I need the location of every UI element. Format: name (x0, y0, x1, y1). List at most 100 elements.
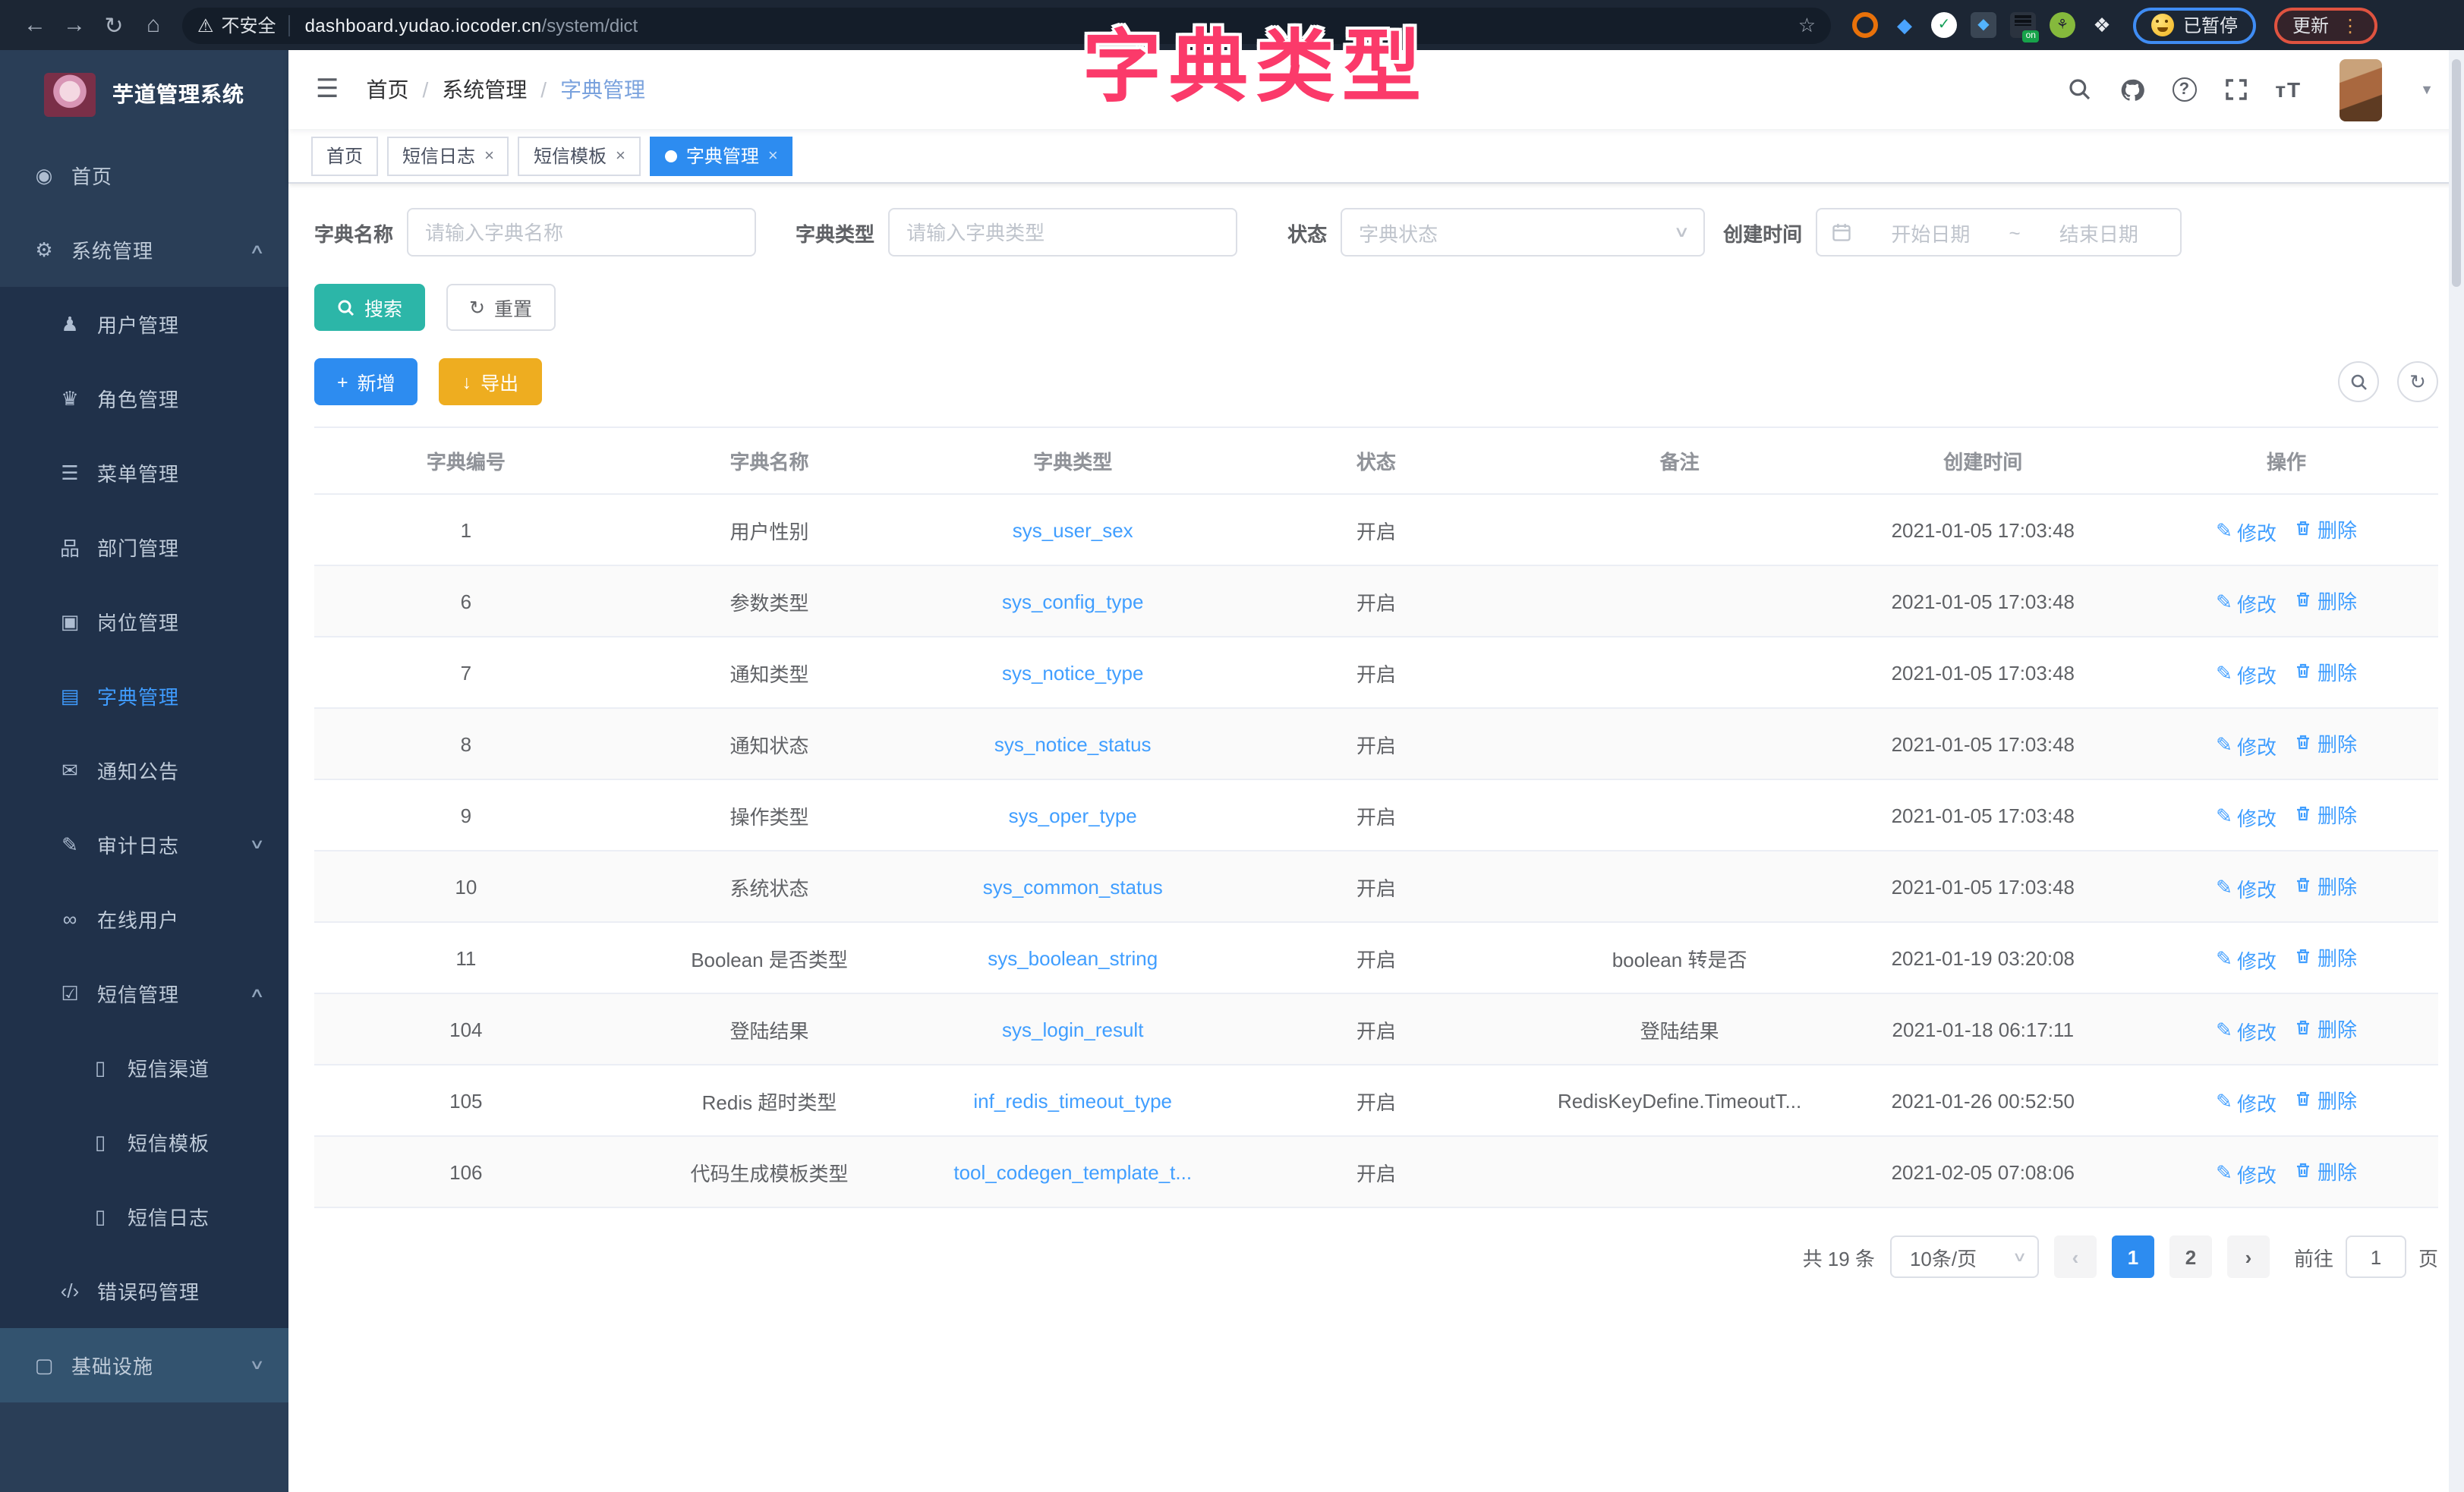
page-button-2[interactable]: 2 (2169, 1235, 2212, 1278)
edit-link[interactable]: ✎修改 (2216, 1016, 2277, 1045)
sidebar-item-15[interactable]: ‹/›错误码管理 (0, 1254, 288, 1328)
user-avatar[interactable] (2340, 58, 2382, 121)
extension-icon[interactable] (1852, 12, 1878, 38)
edit-link[interactable]: ✎修改 (2216, 659, 2277, 688)
edit-link[interactable]: ✎修改 (2216, 731, 2277, 760)
reset-button[interactable]: ↻ 重置 (446, 284, 555, 331)
dict-type-link[interactable]: tool_codegen_template_t... (953, 1160, 1192, 1183)
url-path[interactable]: /system/dict (542, 14, 638, 36)
hamburger-icon[interactable]: ☰ (316, 74, 339, 105)
sidebar-item-8[interactable]: ✉通知公告 (0, 733, 288, 807)
extension-icon[interactable]: ◆ (1971, 12, 1996, 38)
bookmark-star-icon[interactable]: ☆ (1798, 13, 1816, 37)
page-scrollbar[interactable] (2449, 50, 2464, 1492)
sidebar-item-12[interactable]: ▯短信渠道 (0, 1031, 288, 1105)
export-button[interactable]: ↓ 导出 (440, 358, 542, 405)
edit-link[interactable]: ✎修改 (2216, 588, 2277, 617)
delete-link[interactable]: 删除 (2295, 656, 2357, 685)
date-start-placeholder[interactable]: 开始日期 (1863, 218, 1998, 247)
url-host[interactable]: dashboard.yudao.iocoder.cn (305, 14, 542, 36)
sidebar-item-16[interactable]: ▢基础设施∨ (0, 1328, 288, 1402)
breadcrumb-item[interactable]: 系统管理 (442, 74, 527, 105)
close-icon[interactable]: × (484, 146, 494, 165)
page-size-select[interactable]: 10条/页 ∨ (1890, 1235, 2039, 1278)
breadcrumb-item[interactable]: 首页 (367, 74, 409, 105)
date-range-picker[interactable]: 开始日期 ~ 结束日期 (1816, 208, 2182, 257)
sidebar-item-2[interactable]: ♟用户管理 (0, 287, 288, 361)
tab-1[interactable]: 短信日志× (387, 136, 509, 175)
delete-link[interactable]: 删除 (2295, 1013, 2357, 1042)
sidebar-item-14[interactable]: ▯短信日志 (0, 1179, 288, 1254)
browser-menu-icon[interactable]: ⋮ (2341, 14, 2359, 36)
help-icon[interactable]: ? (2172, 77, 2196, 102)
dict-type-link[interactable]: sys_notice_type (1002, 661, 1143, 684)
prev-page-button[interactable]: ‹ (2054, 1235, 2097, 1278)
tab-0[interactable]: 首页 (311, 136, 378, 175)
sidebar-item-5[interactable]: 品部门管理 (0, 510, 288, 584)
security-label[interactable]: 不安全 (222, 12, 276, 38)
sidebar-item-6[interactable]: ▣岗位管理 (0, 584, 288, 659)
close-icon[interactable]: × (616, 146, 625, 165)
forward-icon[interactable]: → (55, 12, 94, 38)
delete-link[interactable]: 删除 (2295, 870, 2357, 899)
sidebar-item-4[interactable]: ☰菜单管理 (0, 436, 288, 510)
status-select[interactable]: 字典状态 ∨ (1341, 208, 1705, 257)
avatar-caret-icon[interactable]: ▼ (2420, 82, 2434, 97)
address-bar[interactable]: ⚠ 不安全 dashboard.yudao.iocoder.cn/system/… (182, 7, 1831, 43)
page-button-1[interactable]: 1 (2112, 1235, 2154, 1278)
scrollbar-thumb[interactable] (2452, 59, 2461, 287)
next-page-button[interactable]: › (2227, 1235, 2270, 1278)
goto-page-input[interactable] (2346, 1235, 2406, 1278)
sidebar-item-1[interactable]: ⚙系统管理∧ (0, 212, 288, 287)
dict-type-link[interactable]: sys_boolean_string (988, 946, 1158, 969)
dict-type-link[interactable]: sys_login_result (1002, 1018, 1143, 1040)
sidebar-item-10[interactable]: ∞在线用户 (0, 882, 288, 956)
delete-link[interactable]: 删除 (2295, 1156, 2357, 1185)
search-icon[interactable] (2065, 76, 2093, 103)
github-icon[interactable] (2119, 76, 2146, 103)
extension-icon[interactable]: ◆ (1892, 12, 1917, 38)
extensions-puzzle-icon[interactable]: ❖ (2089, 12, 2115, 38)
refresh-table-button[interactable]: ↻ (2397, 361, 2438, 402)
delete-link[interactable]: 删除 (2295, 942, 2357, 971)
dict-type-link[interactable]: sys_config_type (1002, 590, 1143, 612)
sidebar-item-9[interactable]: ✎审计日志∨ (0, 807, 288, 882)
edit-link[interactable]: ✎修改 (2216, 802, 2277, 831)
app-logo-row[interactable]: 芋道管理系统 (0, 50, 288, 138)
update-button[interactable]: 更新 ⋮ (2274, 7, 2377, 43)
delete-link[interactable]: 删除 (2295, 585, 2357, 614)
profile-paused-chip[interactable]: 已暂停 (2133, 7, 2256, 43)
font-size-icon[interactable]: тT (2275, 77, 2302, 102)
reload-icon[interactable]: ↻ (94, 11, 134, 39)
dict-type-link[interactable]: sys_common_status (983, 875, 1163, 898)
dict-type-input[interactable] (888, 208, 1237, 257)
close-icon[interactable]: × (768, 146, 778, 165)
tab-2[interactable]: 短信模板× (518, 136, 641, 175)
date-end-placeholder[interactable]: 结束日期 (2031, 218, 2166, 247)
dict-type-link[interactable]: sys_notice_status (994, 732, 1152, 755)
dict-name-input[interactable] (407, 208, 756, 257)
tab-3[interactable]: 字典管理× (650, 136, 793, 175)
back-icon[interactable]: ← (15, 12, 55, 38)
sidebar-item-7[interactable]: ▤字典管理 (0, 659, 288, 733)
edit-link[interactable]: ✎修改 (2216, 517, 2277, 546)
search-button[interactable]: 搜索 (314, 284, 425, 331)
sidebar-item-11[interactable]: ☑短信管理∧ (0, 956, 288, 1031)
show-search-button[interactable] (2338, 361, 2379, 402)
delete-link[interactable]: 删除 (2295, 514, 2357, 543)
dict-type-link[interactable]: sys_oper_type (1009, 804, 1137, 826)
edit-link[interactable]: ✎修改 (2216, 1088, 2277, 1116)
fullscreen-icon[interactable] (2222, 76, 2249, 103)
sidebar-item-0[interactable]: ◉首页 (0, 138, 288, 212)
sidebar-item-3[interactable]: ♛角色管理 (0, 361, 288, 436)
extension-icon[interactable]: ⚘ (2050, 12, 2075, 38)
add-button[interactable]: + 新增 (314, 358, 418, 405)
home-icon[interactable]: ⌂ (134, 12, 173, 38)
sidebar-item-13[interactable]: ▯短信模板 (0, 1105, 288, 1179)
edit-link[interactable]: ✎修改 (2216, 873, 2277, 902)
delete-link[interactable]: 删除 (2295, 1084, 2357, 1113)
edit-link[interactable]: ✎修改 (2216, 1159, 2277, 1188)
delete-link[interactable]: 删除 (2295, 728, 2357, 757)
edit-link[interactable]: ✎修改 (2216, 945, 2277, 974)
extension-icon[interactable] (1931, 12, 1957, 38)
